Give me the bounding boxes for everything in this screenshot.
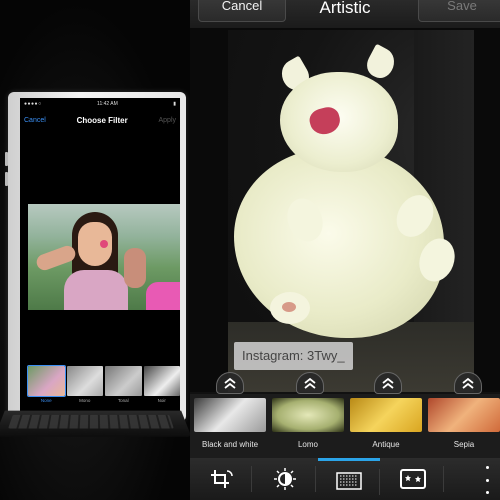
ios-filter-none[interactable]: None [27, 365, 66, 406]
expand-filter-antique-button[interactable] [374, 372, 402, 394]
frame-button[interactable] [382, 458, 444, 500]
filter-thumb [272, 398, 344, 432]
filter-label: Mono [79, 398, 91, 403]
double-chevron-up-icon [224, 377, 236, 389]
filter-thumb [350, 398, 422, 432]
watermark-caption: Instagram: 3Twy_ [234, 342, 353, 370]
volume-up-button [5, 152, 8, 166]
editor-header: Cancel Artistic Save [190, 0, 500, 28]
status-time: 11:42 AM [97, 101, 118, 107]
expand-filter-sepia-button[interactable] [454, 372, 482, 394]
expand-filter-black-and-white-button[interactable] [216, 372, 244, 394]
double-chevron-up-icon [304, 377, 316, 389]
action-bar [190, 458, 500, 500]
photo-canvas [190, 28, 500, 392]
adjust-brightness-icon [274, 468, 296, 490]
filter-label: Tonal [117, 398, 129, 403]
filter-label: None [40, 398, 52, 403]
ios-filter-strip: None Mono Tonal Noir [27, 365, 180, 406]
laptop-keyboard [0, 410, 192, 437]
filter-lomo[interactable]: Lomo [268, 398, 348, 454]
double-chevron-up-icon [462, 377, 474, 389]
battery-icon: ▮ [173, 101, 176, 107]
cat-photo [228, 30, 474, 392]
blackberry-editor: Cancel Artistic Save Instagram: 3Twy_ Bl… [190, 0, 500, 500]
crop-rotate-button[interactable] [190, 458, 252, 500]
crop-rotate-icon [211, 470, 233, 488]
filter-thumb [194, 398, 266, 432]
signal-icon: ●●●●○ [24, 101, 42, 107]
iphone-screen: ●●●●○ 11:42 AM ▮ Cancel Choose Filter Ap… [20, 98, 180, 414]
more-vertical-icon[interactable] [482, 466, 492, 494]
filter-label: Black and white [201, 440, 259, 449]
ios-nav-title: Choose Filter [76, 115, 128, 125]
ios-status-bar: ●●●●○ 11:42 AM ▮ [20, 98, 180, 110]
ios-nav-bar: Cancel Choose Filter Apply [20, 110, 180, 130]
artistic-filter-icon [336, 471, 362, 490]
save-button[interactable]: Save [418, 0, 500, 22]
filter-sepia[interactable]: Sepia [424, 398, 500, 454]
filter-strip: Black and white Lomo Antique Sepia [190, 394, 500, 458]
volume-down-button [5, 172, 8, 186]
filter-thumb [27, 365, 66, 397]
expand-filter-lomo-button[interactable] [296, 372, 324, 394]
frame-stars-icon [400, 469, 426, 489]
ios-cancel-button[interactable]: Cancel [24, 117, 46, 124]
ios-filter-mono[interactable]: Mono [66, 366, 103, 406]
ios-filter-tonal[interactable]: Tonal [105, 366, 142, 406]
iphone-photo-panel: ●●●●○ 11:42 AM ▮ Cancel Choose Filter Ap… [0, 0, 192, 500]
filter-thumb [143, 366, 180, 396]
filter-antique[interactable]: Antique [346, 398, 426, 454]
artistic-filter-button[interactable] [318, 458, 380, 500]
iphone-device: ●●●●○ 11:42 AM ▮ Cancel Choose Filter Ap… [5, 92, 186, 422]
filter-label: Lomo [297, 440, 318, 449]
filter-label: Antique [372, 440, 400, 449]
filter-thumb [428, 398, 500, 432]
ios-preview-photo [28, 204, 180, 310]
filter-thumb [66, 366, 103, 396]
filter-label: Sepia [453, 440, 475, 449]
filter-thumb [105, 366, 142, 396]
filter-label: Noir [157, 398, 166, 403]
adjust-button[interactable] [254, 458, 316, 500]
ios-apply-button[interactable]: Apply [158, 117, 176, 124]
double-chevron-up-icon [382, 377, 394, 389]
ios-filter-noir[interactable]: Noir [143, 366, 180, 406]
filter-black-and-white[interactable]: Black and white [190, 398, 270, 454]
